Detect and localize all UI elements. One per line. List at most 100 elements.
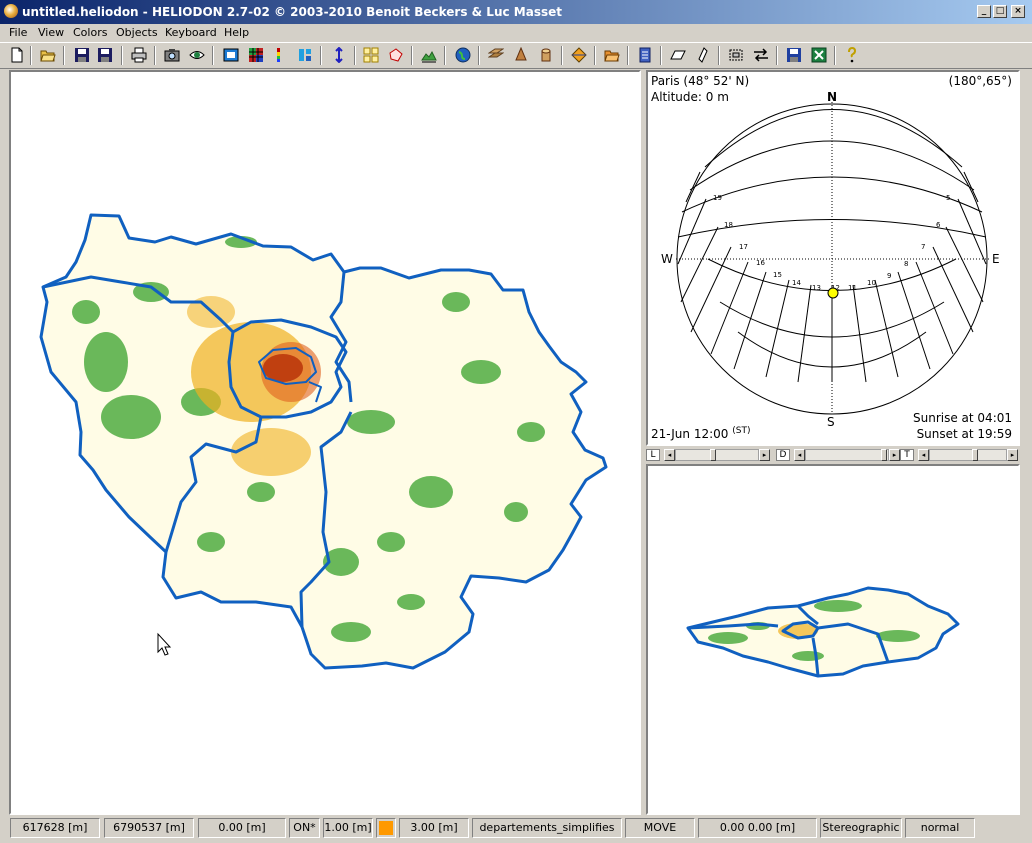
hour-label: 14 xyxy=(792,279,801,287)
d-slider-thumb[interactable] xyxy=(880,449,887,461)
map-view-2d[interactable] xyxy=(9,70,641,815)
excel-icon[interactable] xyxy=(811,47,827,63)
t-slider-left-arrow[interactable]: ◂ xyxy=(918,449,929,461)
hour-label: 17 xyxy=(739,243,748,251)
status-color-swatch[interactable] xyxy=(376,818,396,838)
title-bar: untitled.heliodon - HELIODON 2.7-02 © 20… xyxy=(0,0,1032,24)
status-y-coordinate: 6790537 [m] xyxy=(104,818,194,838)
app-icon[interactable] xyxy=(4,4,18,18)
eye-icon[interactable] xyxy=(189,47,205,63)
exchange-arrows-icon[interactable] xyxy=(753,47,769,63)
compass-south: S xyxy=(827,415,835,429)
cone-icon[interactable] xyxy=(513,47,529,63)
globe-icon[interactable] xyxy=(455,47,471,63)
compass-north: N xyxy=(827,90,837,104)
grid-colors-icon[interactable] xyxy=(248,47,264,63)
status-render-mode[interactable]: normal xyxy=(905,818,975,838)
polygon-select-icon[interactable] xyxy=(388,47,404,63)
sunpath-diagram: 5 6 7 8 9 10 11 12 13 14 15 16 17 18 19 … xyxy=(661,90,1000,429)
sunpath-view[interactable]: Paris (48° 52' N) (180°,65°) Altitude: 0… xyxy=(646,70,1020,446)
l-slider-label: L xyxy=(646,449,660,461)
toolbar-separator xyxy=(627,46,629,65)
swap-vertical-icon[interactable] xyxy=(331,47,347,63)
menu-objects[interactable]: Objects xyxy=(116,26,158,39)
l-slider[interactable]: L ◂ ▸ xyxy=(646,449,770,461)
hour-label: 7 xyxy=(921,243,925,251)
open-folder-orange-icon[interactable] xyxy=(604,47,620,63)
toolbar-separator xyxy=(154,46,156,65)
cut-icon[interactable] xyxy=(728,47,744,63)
d-slider[interactable]: D ◂ ▸ xyxy=(776,449,900,461)
toolbar-separator xyxy=(776,46,778,65)
hour-label: 5 xyxy=(946,194,950,202)
maximize-button[interactable]: □ xyxy=(993,5,1007,18)
hour-label: 16 xyxy=(756,259,765,267)
toolbar-separator xyxy=(30,46,32,65)
l-slider-left-arrow[interactable]: ◂ xyxy=(664,449,675,461)
toolbar-separator xyxy=(561,46,563,65)
mouse-cursor xyxy=(157,632,172,656)
l-slider-right-arrow[interactable]: ▸ xyxy=(759,449,770,461)
d-slider-left-arrow[interactable]: ◂ xyxy=(794,449,805,461)
d-slider-right-arrow[interactable]: ▸ xyxy=(889,449,900,461)
status-layer[interactable]: departements_simplifies xyxy=(472,818,622,838)
print-icon[interactable] xyxy=(131,47,147,63)
hour-label: 10 xyxy=(867,279,876,287)
toolbar-separator xyxy=(121,46,123,65)
hour-label: 8 xyxy=(904,260,908,268)
toolbar-separator xyxy=(63,46,65,65)
toolbar-separator xyxy=(320,46,322,65)
help-icon[interactable] xyxy=(844,47,860,63)
tiles-icon[interactable] xyxy=(297,47,313,63)
layers-icon[interactable] xyxy=(488,47,504,63)
toolbar-separator xyxy=(478,46,480,65)
status-grid-step[interactable]: 1.00 [m] xyxy=(323,818,373,838)
save-disk-icon[interactable] xyxy=(786,47,802,63)
menu-bar: File View Colors Objects Keyboard Help xyxy=(0,24,1032,42)
status-projection[interactable]: Stereographic xyxy=(820,818,902,838)
camera-icon[interactable] xyxy=(164,47,180,63)
parallelogram-icon[interactable] xyxy=(670,47,686,63)
map-view-3d[interactable] xyxy=(646,464,1020,815)
grid-layout-icon[interactable] xyxy=(363,47,379,63)
close-button[interactable]: × xyxy=(1011,5,1025,18)
frame-icon[interactable] xyxy=(223,47,239,63)
sun-marker[interactable] xyxy=(827,287,839,299)
hour-label: 15 xyxy=(773,271,782,279)
diamond-icon[interactable] xyxy=(571,47,587,63)
save-icon[interactable] xyxy=(74,47,90,63)
l-slider-track[interactable] xyxy=(675,449,759,461)
t-slider-track[interactable] xyxy=(929,449,1007,461)
t-slider[interactable]: T ◂ ▸ xyxy=(900,449,1018,461)
menu-keyboard[interactable]: Keyboard xyxy=(165,26,217,39)
toolbar-separator xyxy=(594,46,596,65)
hour-label: 13 xyxy=(812,284,821,292)
status-height[interactable]: 3.00 [m] xyxy=(399,818,469,838)
document-blue-icon[interactable] xyxy=(637,47,653,63)
menu-colors[interactable]: Colors xyxy=(73,26,107,39)
menu-view[interactable]: View xyxy=(38,26,64,39)
toolbar-separator xyxy=(718,46,720,65)
open-folder-icon[interactable] xyxy=(40,47,56,63)
cylinder-icon[interactable] xyxy=(538,47,554,63)
hour-label: 18 xyxy=(724,221,733,229)
menu-file[interactable]: File xyxy=(9,26,27,39)
d-slider-track[interactable] xyxy=(805,449,889,461)
toolbar-separator xyxy=(834,46,836,65)
terrain-chart-icon[interactable] xyxy=(421,47,437,63)
t-slider-thumb[interactable] xyxy=(972,449,979,461)
hour-label: 19 xyxy=(713,194,722,202)
save-as-icon[interactable] xyxy=(97,47,113,63)
toolbar-separator xyxy=(354,46,356,65)
color-scale-icon[interactable] xyxy=(272,47,288,63)
view-sliders: L ◂ ▸ D ◂ ▸ T ◂ ▸ xyxy=(646,448,1018,462)
menu-help[interactable]: Help xyxy=(224,26,249,39)
slanted-shape-icon[interactable] xyxy=(695,47,711,63)
new-file-icon[interactable] xyxy=(9,47,25,63)
minimize-button[interactable]: _ xyxy=(977,5,991,18)
t-slider-right-arrow[interactable]: ▸ xyxy=(1007,449,1018,461)
l-slider-thumb[interactable] xyxy=(710,449,717,461)
toolbar xyxy=(0,42,1032,69)
status-snap[interactable]: ON* xyxy=(289,818,320,838)
hour-label: 9 xyxy=(887,272,891,280)
